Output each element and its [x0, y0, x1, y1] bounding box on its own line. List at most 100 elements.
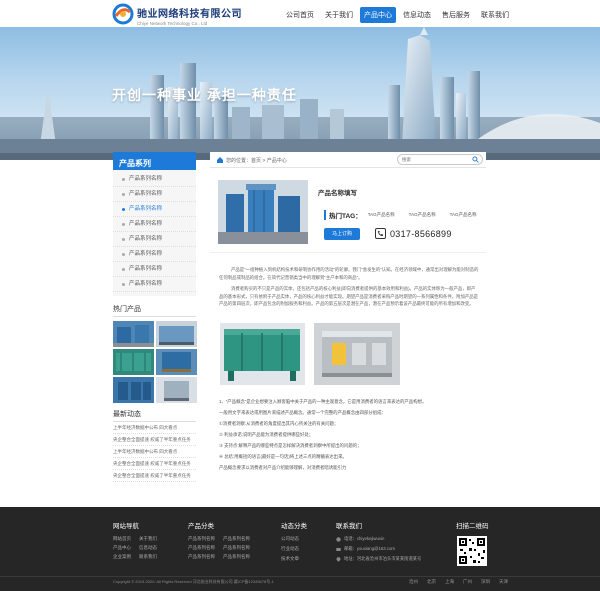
phone-icon: [375, 228, 386, 239]
hero-banner: 开创一种事业 承担一种责任: [0, 27, 600, 160]
location-icon: [336, 556, 341, 562]
sidebar-item[interactable]: 产品系列名称: [113, 217, 196, 232]
footer-news-link[interactable]: 技术文章: [281, 556, 307, 562]
news-link[interactable]: 央企整合全面提速 权威了半年重点任务: [113, 434, 196, 446]
sidebar-item[interactable]: 产品系列名称: [113, 232, 196, 247]
product-photo: [220, 323, 305, 385]
brand-english: Chiye Network Technology Co., Ltd: [137, 21, 208, 26]
nav-item-products[interactable]: 产品中心: [360, 7, 396, 23]
footer-news-title: 动态分类: [281, 523, 307, 530]
sidebar-item[interactable]: 产品系列名称: [113, 172, 196, 187]
hot-product-thumbnail[interactable]: [113, 321, 154, 347]
hot-tags-row: 热门TAG： TAG产品名称 TAG产品名称 TAG产品名称: [324, 210, 484, 220]
nav-item-service[interactable]: 售后服务: [438, 7, 474, 23]
product-image: [218, 180, 308, 244]
footer-divider: [0, 576, 600, 577]
footer-products-title: 产品分类: [188, 523, 214, 530]
brand: 驰业网络科技有限公司 Chiye Network Technology Co.,…: [137, 5, 242, 26]
hot-product-thumbnail[interactable]: [156, 321, 197, 347]
footer-nav-column: 网站导航 网站首页 关于我们 产品中心 信息动态 企业案例 联系我们: [113, 520, 157, 560]
brand-name: 驰业网络科技有限公司: [137, 9, 242, 20]
latest-news-title: 最新动态: [113, 409, 196, 422]
footer-product-link[interactable]: 产品系列名称: [188, 554, 215, 560]
sidebar-item[interactable]: 产品系列名称: [113, 187, 196, 202]
qr-code-image: [457, 536, 487, 566]
concept-point: 一般用文字来表达或用图片来描述产品概念。通常一个完整的产品概念由四部分组成：: [219, 410, 386, 415]
search-icon[interactable]: [472, 156, 479, 163]
footer-product-link[interactable]: 产品系列名称: [223, 554, 250, 560]
footer-contact-email: 邮箱：youxiang@163.com: [344, 546, 395, 551]
footer-news-link[interactable]: 行业动态: [281, 546, 307, 552]
phone-icon: [336, 536, 341, 542]
city-link[interactable]: 北京: [427, 579, 436, 585]
news-link[interactable]: 央企整合全面提速 权威了半年重点任务: [113, 458, 196, 470]
hot-tag-link[interactable]: TAG产品名称: [409, 212, 436, 218]
sidebar-item-active[interactable]: 产品系列名称: [113, 202, 196, 217]
concept-point: ④ 总结:用概括的语言(最好是一句话)将上述三点的精髓表达出来。: [219, 454, 347, 459]
footer-products-column: 产品分类 产品系列名称 产品系列名称 产品系列名称 产品系列名称 产品系列名称 …: [188, 520, 250, 560]
hot-product-thumbnail[interactable]: [113, 349, 154, 375]
hot-products-title: 热门产品: [113, 304, 196, 317]
divider: [210, 252, 486, 253]
footer-news-link[interactable]: 公司动态: [281, 536, 307, 542]
sidebar-title: 产品系列: [113, 152, 196, 170]
footer-nav-link[interactable]: 产品中心: [113, 545, 131, 551]
city-link[interactable]: 天津: [499, 579, 508, 585]
mail-icon: [336, 547, 341, 551]
footer-news-column: 动态分类 公司动态 行业动态 技术文章: [281, 520, 307, 566]
footer-nav-link[interactable]: 信息动态: [139, 545, 157, 551]
city-skyline-image: [0, 27, 600, 160]
order-now-button[interactable]: 马上订购: [324, 228, 360, 240]
city-link[interactable]: 广州: [463, 579, 472, 585]
phone-number: 0317-8566899: [390, 229, 452, 239]
banner-slogan: 开创一种事业 承担一种责任: [112, 87, 297, 103]
nav-item-news[interactable]: 信息动态: [399, 7, 435, 23]
concept-point: 产品概念要求以消费者对产品介绍能够理解，对消费者暗诱能引力: [219, 465, 347, 470]
footer-contact-address: 地址：河北省沧州市泊头市某某街道某号: [344, 556, 422, 561]
concept-point: ② 利益承诺:说明产品能为消费者提供哪些好处；: [219, 432, 314, 437]
search-input[interactable]: [398, 155, 468, 164]
sidebar: 产品系列 产品系列名称 产品系列名称 产品系列名称 产品系列名称 产品系列名称 …: [113, 152, 197, 482]
city-link[interactable]: 沧州: [409, 579, 418, 585]
footer-nav-link[interactable]: 关于我们: [139, 536, 157, 542]
company-logo-icon[interactable]: [112, 3, 134, 25]
nav-item-home[interactable]: 公司首页: [282, 7, 318, 23]
sidebar-item[interactable]: 产品系列名称: [113, 247, 196, 262]
nav-item-contact[interactable]: 联系我们: [477, 7, 513, 23]
city-link[interactable]: 深圳: [481, 579, 490, 585]
footer-product-link[interactable]: 产品系列名称: [188, 536, 215, 542]
product-concept-list: 1、“产品概念”是企业想要注入顾客脑中关于产品的一种主观意念，它是用消费者的语言…: [219, 396, 481, 473]
hot-products-grid: [113, 321, 197, 403]
main-content: 您的位置：首页 > 产品中心 产品名称填写 热门TAG： TAG产品名称 TAG…: [210, 152, 486, 486]
hot-tag-link[interactable]: TAG产品名称: [450, 212, 477, 218]
news-link[interactable]: 上半年经济数据中公布 四大看点: [113, 446, 196, 458]
hot-product-thumbnail[interactable]: [156, 377, 197, 403]
sidebar-item[interactable]: 产品系列名称: [113, 277, 196, 292]
news-link[interactable]: 央企整合全面提速 权威了半年重点任务: [113, 470, 196, 482]
footer-nav-link[interactable]: 网站首页: [113, 536, 131, 542]
hot-tag-link[interactable]: TAG产品名称: [368, 212, 395, 218]
product-name: 产品名称填写: [318, 190, 357, 197]
home-icon: [217, 157, 223, 163]
sidebar-category-list: 产品系列名称 产品系列名称 产品系列名称 产品系列名称 产品系列名称 产品系列名…: [113, 170, 196, 296]
footer-product-link[interactable]: 产品系列名称: [188, 545, 215, 551]
nav-item-about[interactable]: 关于我们: [321, 7, 357, 23]
hot-tags-label: 热门TAG：: [324, 210, 362, 220]
sidebar-item[interactable]: 产品系列名称: [113, 262, 196, 277]
concept-point: 1、“产品概念”是企业想要注入顾客脑中关于产品的一种主观意念，它是用消费者的语言…: [219, 399, 427, 404]
city-links: 沧州 北京 上海 广州 深圳 天津: [409, 579, 517, 585]
footer-contact-title: 联系我们: [336, 523, 362, 530]
city-link[interactable]: 上海: [445, 579, 454, 585]
hot-product-thumbnail[interactable]: [113, 377, 154, 403]
footer-product-link[interactable]: 产品系列名称: [223, 545, 250, 551]
copyright-text: Copyright © 2019-2020. All Rights Reserv…: [113, 579, 274, 584]
footer-nav-link[interactable]: 联系我们: [139, 554, 157, 560]
footer-contact-phone: 电话：chiyekejiwuxin: [344, 536, 385, 541]
concept-point: ①消费者洞察:从消费者的角度提出其内心所关注的有关问题；: [219, 421, 339, 426]
hot-product-thumbnail[interactable]: [156, 349, 197, 375]
footer-product-link[interactable]: 产品系列名称: [223, 536, 250, 542]
news-link[interactable]: 上半年经济数据中公布 四大看点: [113, 422, 196, 434]
breadcrumb[interactable]: 您的位置：首页 > 产品中心: [226, 157, 287, 164]
description-paragraph: 消费者购买的不只是产品的实体，还包括产品的核心利益(即向消费者提供的基本效用和利…: [219, 286, 479, 306]
footer-nav-link[interactable]: 企业案例: [113, 554, 131, 560]
